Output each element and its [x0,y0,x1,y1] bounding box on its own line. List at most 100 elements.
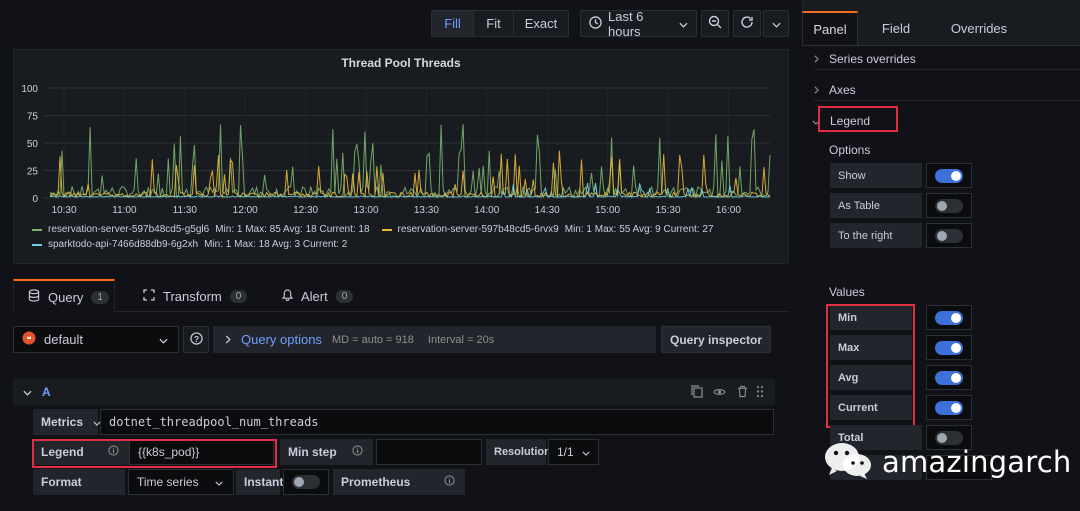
x-tick-label: 12:00 [233,205,258,216]
min-toggle[interactable] [935,310,963,325]
query-tabs [13,278,789,312]
chevron-right-icon [225,333,231,347]
query-options-interval: Interval = 20s [427,333,495,346]
to-the-right-toggle[interactable] [935,228,963,243]
info-icon[interactable] [352,445,363,459]
options-title: Options [829,143,871,157]
x-tick-label: 15:30 [655,205,680,216]
query-options-md: MD = auto = 918 [331,333,414,346]
show-legend-toggle[interactable] [935,168,963,183]
chart-title: Thread Pool Threads [341,56,461,70]
section-axes[interactable]: Axes [814,79,1080,101]
legend-swatch [32,228,42,231]
current-toggle[interactable] [935,400,963,415]
option-as-table-label: As Table [830,193,922,218]
prometheus-field-label: Prometheus [333,469,465,495]
legend-swatch [32,243,42,246]
x-tick-label: 13:30 [414,205,439,216]
query-inspector-button[interactable]: Query inspector [661,326,771,353]
help-icon: ? [189,331,203,348]
info-icon[interactable] [444,475,455,489]
datasource-help-button[interactable]: ? [183,326,209,353]
x-tick-label: 16:00 [716,205,741,216]
tab-label: Transform [163,288,222,304]
refresh-interval-dropdown[interactable] [763,10,789,37]
refresh-button[interactable] [733,10,761,37]
watermark-text: amazingarch [882,444,1072,479]
chevron-right-icon [814,83,819,97]
value-avg-toggle-box [926,365,972,390]
tab-query[interactable]: Query 1 [13,279,115,313]
chevron-down-icon [582,445,590,459]
legend-item[interactable]: reservation-server-597b48cd5-g5gl6 Min: … [32,224,370,235]
refresh-icon [740,15,754,32]
instant-toggle[interactable] [292,475,320,489]
tab-field[interactable]: Field [858,11,934,45]
tab-alert[interactable]: Alert 0 [281,281,354,311]
clock-icon [589,15,602,32]
wechat-icon [822,440,874,483]
copy-icon[interactable] [691,385,703,401]
datasource-picker[interactable]: default [13,326,179,353]
legend-item[interactable]: sparktodo-api-7466d88db9-6g2xh Min: 1 Ma… [32,239,782,250]
max-toggle[interactable] [935,340,963,355]
query-options-bar[interactable]: Query options MD = auto = 918 Interval =… [213,326,656,353]
resolution-select[interactable]: 1/1 [548,439,599,465]
x-tick-label: 15:00 [595,205,620,216]
y-tick-label: 25 [27,167,39,178]
legend-series-stats: Min: 1 Max: 18 Avg: 3 Current: 2 [204,239,348,250]
line-chart: 100 75 50 25 0 10:30 11:00 11:30 12:00 12:30 13:00… [21,84,771,216]
section-title: Axes [829,82,856,97]
value-max-toggle-box [926,335,972,360]
chart-legend: reservation-server-597b48cd5-g5gl6 Min: … [32,224,782,250]
min-step-field-label: Min step [280,439,373,465]
query-row-header[interactable]: A [13,379,775,405]
option-right-toggle-box [926,223,972,248]
exact-button[interactable]: Exact [514,11,568,36]
datasource-name: default [44,332,84,347]
values-title: Values [829,285,865,299]
zoom-out-button[interactable] [701,10,729,37]
resolution-label: Resolution [486,439,551,465]
legend-item[interactable]: reservation-server-597b48cd5-6rvx9 Min: … [381,224,714,235]
tab-overrides[interactable]: Overrides [934,11,1024,45]
fit-button[interactable]: Fit [474,11,514,36]
min-step-input[interactable] [376,439,482,465]
trash-icon[interactable] [737,385,748,401]
metrics-dropdown[interactable]: Metrics [33,409,101,435]
time-range-label: Last 6 hours [608,8,644,39]
legend-series-name: reservation-server-597b48cd5-g5gl6 [48,224,210,235]
chevron-down-icon [679,16,688,31]
value-min-toggle-box [926,305,972,330]
transform-icon [143,288,155,304]
legend-swatch [381,228,392,231]
option-as-table-toggle-box [926,193,972,218]
time-range-picker[interactable]: Last 6 hours [580,8,697,39]
metrics-query-input[interactable]: dotnet_threadpool_num_threads [100,409,774,435]
value-current-toggle-box [926,395,972,420]
chevron-down-icon [159,332,168,347]
bell-icon [281,288,294,304]
avg-toggle[interactable] [935,370,963,385]
display-mode-group: Fill Fit Exact [431,10,569,37]
chevron-down-icon [215,475,223,489]
format-select[interactable]: Time series [128,469,234,495]
instant-toggle-container [283,469,329,495]
legend-series-name: reservation-server-597b48cd5-6rvx9 [397,224,559,235]
drag-handle-icon[interactable] [756,385,764,401]
fill-button[interactable]: Fill [432,11,474,36]
tab-transform[interactable]: Transform 0 [143,281,248,311]
option-show-label: Show [830,163,922,188]
tab-panel[interactable]: Panel [802,11,858,45]
side-panel-tabs: Panel Field Overrides [802,11,1080,46]
as-table-toggle[interactable] [935,198,963,213]
chevron-down-icon [23,385,32,399]
format-label: Format [33,469,125,495]
prometheus-icon [22,331,36,348]
eye-icon[interactable] [713,386,726,400]
legend-series-name: sparktodo-api-7466d88db9-6g2xh [48,239,199,250]
option-show-toggle-box [926,163,972,188]
section-series-overrides[interactable]: Series overrides [814,48,1080,70]
highlight-box [818,106,898,132]
y-tick-label: 50 [27,139,39,150]
